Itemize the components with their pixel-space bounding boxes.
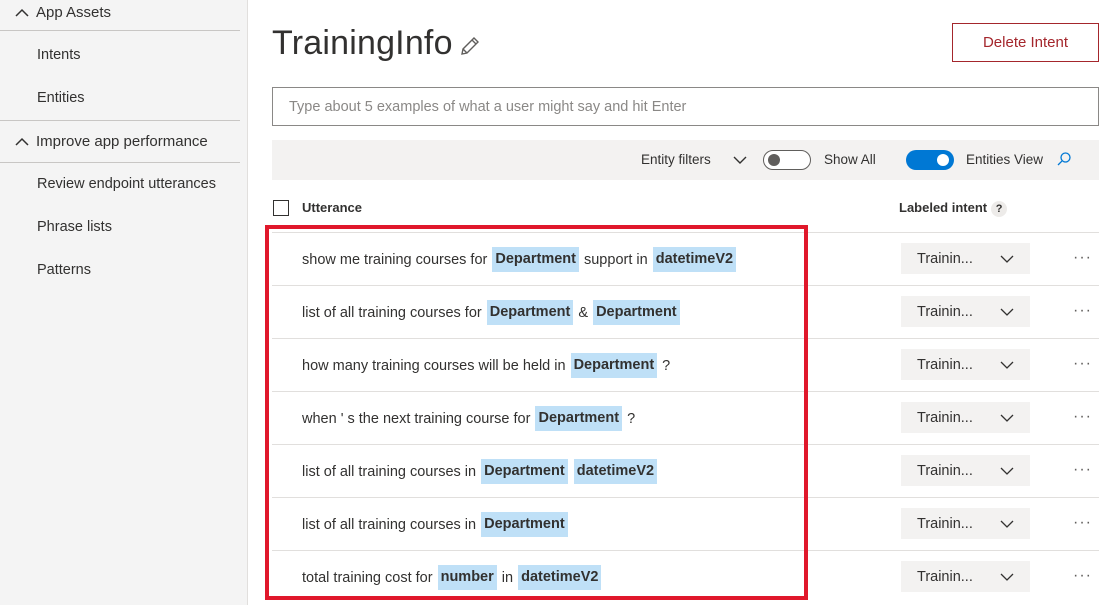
more-icon[interactable]: ··· <box>1073 514 1092 532</box>
entity-label[interactable]: datetimeV2 <box>518 565 602 590</box>
table-row[interactable]: list of all training courses for Departm… <box>272 285 1099 338</box>
table-row[interactable]: list of all training courses in Departme… <box>272 444 1099 497</box>
show-all-toggle[interactable] <box>763 150 811 170</box>
pencil-icon[interactable] <box>458 34 482 58</box>
labeled-intent-dropdown[interactable]: Trainin... <box>901 561 1030 592</box>
utterance-fragment <box>569 464 573 480</box>
labeled-intent-value: Trainin... <box>917 356 973 373</box>
toggle-knob <box>937 154 949 166</box>
utterance-fragment: & <box>574 304 593 321</box>
labeled-intent-dropdown[interactable]: Trainin... <box>901 402 1030 433</box>
utterance-fragment: list of all training courses for <box>302 304 486 321</box>
entity-label[interactable]: Department <box>481 459 568 484</box>
utterance-text: how many training courses will be held i… <box>302 339 670 392</box>
utterance-text: list of all training courses in Departme… <box>302 498 569 551</box>
labeled-intent-dropdown[interactable]: Trainin... <box>901 508 1030 539</box>
labeled-intent-dropdown[interactable]: Trainin... <box>901 455 1030 486</box>
utterance-fragment: support in <box>579 251 652 268</box>
more-icon[interactable]: ··· <box>1073 567 1092 585</box>
labeled-intent-column-header[interactable]: Labeled intent? <box>899 200 1008 217</box>
utterance-fragment: list of all training courses in <box>302 516 481 533</box>
delete-intent-button[interactable]: Delete Intent <box>952 23 1099 62</box>
entities-view-label: Entities View <box>966 152 1044 167</box>
chevron-up-icon <box>15 8 29 17</box>
chevron-down-icon[interactable] <box>732 153 748 167</box>
table-row[interactable]: list of all training courses in Departme… <box>272 497 1099 550</box>
entity-label[interactable]: Department <box>593 300 680 325</box>
utterance-column-header[interactable]: Utterance <box>302 200 362 215</box>
table-row[interactable]: how many training courses will be held i… <box>272 338 1099 391</box>
labeled-intent-dropdown[interactable]: Trainin... <box>901 349 1030 380</box>
labeled-intent-label: Labeled intent <box>899 200 988 215</box>
labeled-intent-dropdown[interactable]: Trainin... <box>901 243 1030 274</box>
more-icon[interactable]: ··· <box>1073 249 1092 267</box>
toggle-knob <box>768 154 780 166</box>
labeled-intent-value: Trainin... <box>917 303 973 320</box>
utterance-text: when ' s the next training course for De… <box>302 392 635 445</box>
entity-label[interactable]: Department <box>535 406 623 431</box>
entity-filters-label[interactable]: Entity filters <box>641 152 711 167</box>
more-icon[interactable]: ··· <box>1073 461 1092 479</box>
sidebar-item-phrase-lists[interactable]: Phrase lists <box>37 219 112 235</box>
sidebar-item-intents[interactable]: Intents <box>37 47 81 63</box>
utterance-fragment: list of all training courses in <box>302 463 481 480</box>
chevron-down-icon <box>1000 573 1014 581</box>
section-label: App Assets <box>36 4 112 21</box>
chevron-down-icon <box>1000 467 1014 475</box>
labeled-intent-value: Trainin... <box>917 409 973 426</box>
table-row[interactable]: total training cost for number in dateti… <box>272 550 1099 603</box>
select-all-checkbox[interactable] <box>273 200 289 216</box>
labeled-intent-dropdown[interactable]: Trainin... <box>901 296 1030 327</box>
chevron-down-icon <box>1000 255 1014 263</box>
chevron-down-icon <box>1000 414 1014 422</box>
more-icon[interactable]: ··· <box>1073 302 1092 320</box>
section-app-assets[interactable]: App Assets <box>0 0 240 31</box>
labeled-intent-value: Trainin... <box>917 515 973 532</box>
utterance-fragment: show me training courses for <box>302 251 492 268</box>
more-icon[interactable]: ··· <box>1073 355 1092 373</box>
utterance-text: list of all training courses for Departm… <box>302 286 681 339</box>
chevron-down-icon <box>1000 520 1014 528</box>
entity-label[interactable]: Department <box>486 300 574 325</box>
entity-label[interactable]: datetimeV2 <box>573 459 658 484</box>
entity-label[interactable]: datetimeV2 <box>652 247 737 272</box>
utterance-fragment: how many training courses will be held i… <box>302 357 570 374</box>
utterance-fragment: total training cost for <box>302 569 437 586</box>
page-title: TrainingInfo <box>272 24 453 62</box>
chevron-down-icon <box>1000 361 1014 369</box>
labeled-intent-value: Trainin... <box>917 462 973 479</box>
sidebar: App Assets Intents Entities Improve app … <box>0 0 248 605</box>
sidebar-item-review-endpoint-utterances[interactable]: Review endpoint utterances <box>37 176 216 192</box>
entity-label[interactable]: Department <box>481 512 568 537</box>
utterance-text: show me training courses for Department … <box>302 233 737 286</box>
table-row[interactable]: when ' s the next training course for De… <box>272 391 1099 444</box>
table-row[interactable]: show me training courses for Department … <box>272 232 1099 285</box>
utterance-text: total training cost for number in dateti… <box>302 551 602 604</box>
filter-bar: Entity filters Show All Entities View <box>272 140 1099 180</box>
section-label: Improve app performance <box>36 133 208 150</box>
entity-label[interactable]: number <box>437 565 497 590</box>
more-icon[interactable]: ··· <box>1073 408 1092 426</box>
labeled-intent-value: Trainin... <box>917 250 973 267</box>
search-icon[interactable] <box>1056 151 1072 167</box>
section-improve-app-performance[interactable]: Improve app performance <box>0 120 240 163</box>
chevron-down-icon <box>1000 308 1014 316</box>
utterance-fragment: in <box>497 569 518 586</box>
help-icon[interactable]: ? <box>991 200 1008 217</box>
utterance-input[interactable] <box>272 87 1099 126</box>
sidebar-item-entities[interactable]: Entities <box>37 90 85 106</box>
labeled-intent-value: Trainin... <box>917 568 973 585</box>
entity-label[interactable]: Department <box>492 247 579 272</box>
utterance-text: list of all training courses in Departme… <box>302 445 658 498</box>
utterance-fragment: when ' s the next training course for <box>302 410 535 427</box>
entity-label[interactable]: Department <box>570 353 658 378</box>
show-all-label: Show All <box>824 152 876 167</box>
entities-view-toggle[interactable] <box>906 150 954 170</box>
utterance-fragment: ? <box>623 410 636 427</box>
utterance-fragment: ? <box>658 357 671 374</box>
chevron-up-icon <box>15 137 29 146</box>
sidebar-item-patterns[interactable]: Patterns <box>37 262 91 278</box>
